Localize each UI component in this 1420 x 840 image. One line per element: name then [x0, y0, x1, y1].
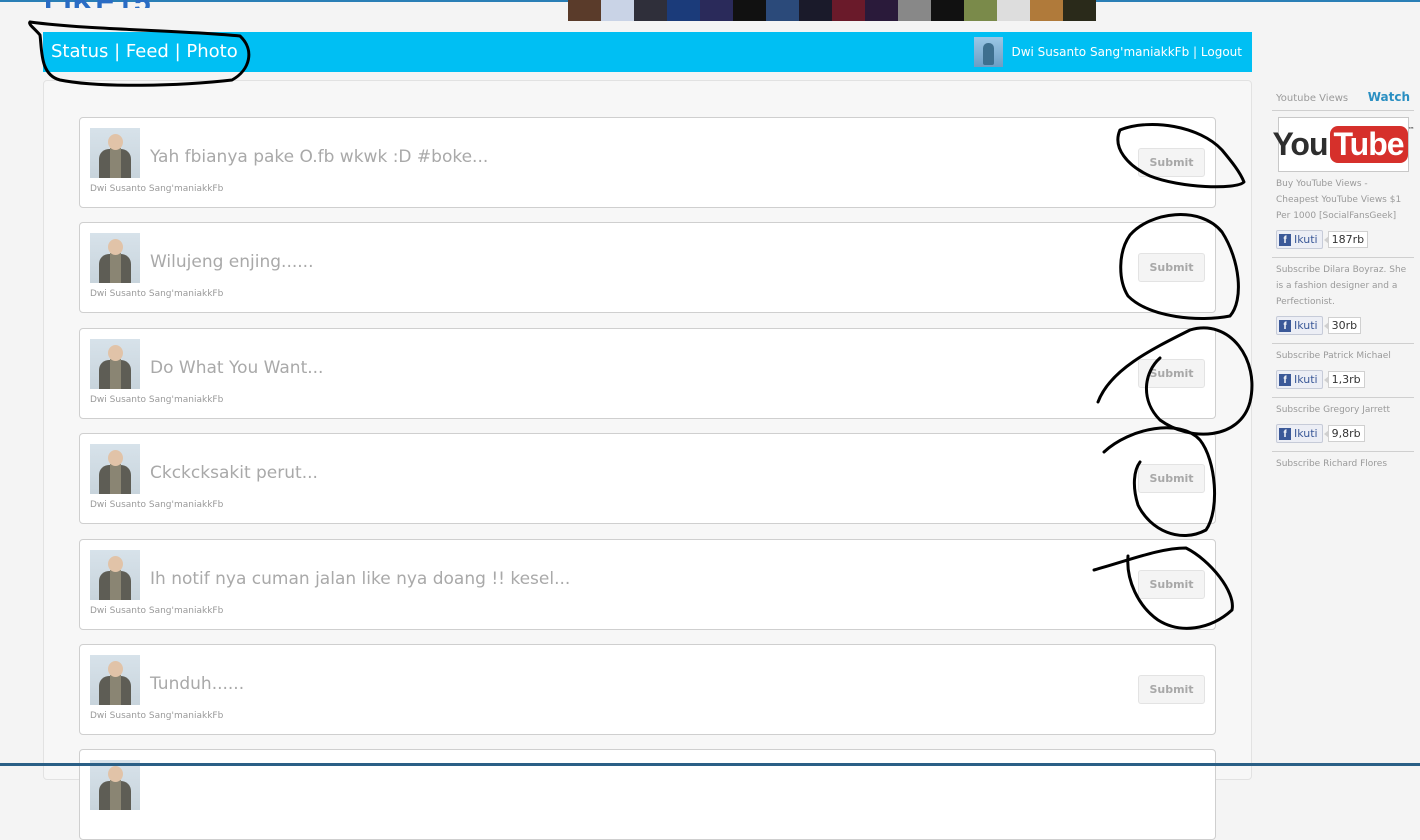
submit-button[interactable]: Submit: [1138, 148, 1205, 177]
submit-button[interactable]: Submit: [1138, 359, 1205, 388]
youtube-logo-tube: Tube: [1329, 126, 1408, 163]
author-avatar[interactable]: [90, 550, 140, 600]
status-author[interactable]: Dwi Susanto Sang'maniakkFb: [90, 711, 223, 721]
nav-feed[interactable]: Feed: [126, 41, 169, 62]
subscribe-text[interactable]: Subscribe Dilara Boyraz. She is a fashio…: [1272, 258, 1414, 310]
status-author[interactable]: Dwi Susanto Sang'maniakkFb: [90, 184, 223, 194]
friend-thumbnail-strip: [568, 0, 1096, 21]
watch-link[interactable]: Watch: [1368, 90, 1410, 104]
status-card: Ih notif nya cuman jalan like nya doang …: [79, 539, 1216, 630]
status-text: Ckckcksakit perut...: [150, 463, 318, 483]
author-avatar[interactable]: [90, 233, 140, 283]
status-text: Wilujeng enjing......: [150, 252, 314, 272]
facebook-follow-row: f Ikuti 187rb: [1272, 224, 1414, 255]
site-logo[interactable]: LIKE15: [44, 0, 152, 8]
user-avatar[interactable]: [974, 37, 1004, 67]
facebook-follow-row: f Ikuti 9,8rb: [1272, 418, 1414, 449]
friend-thumbnail[interactable]: [1063, 0, 1096, 21]
submit-button[interactable]: Submit: [1138, 570, 1205, 599]
user-name-link[interactable]: Dwi Susanto Sang'maniakkFb: [1011, 45, 1189, 59]
status-card: Yah fbianya pake O.fb wkwk :D #boke... Dw…: [79, 117, 1216, 208]
facebook-follow-button[interactable]: f Ikuti: [1276, 230, 1323, 249]
submit-button[interactable]: Submit: [1138, 464, 1205, 493]
facebook-follow-button[interactable]: f Ikuti: [1276, 370, 1323, 389]
follower-count: 30rb: [1323, 317, 1362, 334]
friend-thumbnail[interactable]: [964, 0, 997, 21]
logout-link[interactable]: Logout: [1201, 45, 1242, 59]
author-avatar[interactable]: [90, 444, 140, 494]
nav-separator: |: [174, 41, 181, 62]
nav-status[interactable]: Status: [51, 41, 108, 62]
friend-thumbnail[interactable]: [733, 0, 766, 21]
friend-thumbnail[interactable]: [568, 0, 601, 21]
nav-separator: |: [1193, 45, 1198, 59]
author-avatar[interactable]: [90, 128, 140, 178]
follow-label: Ikuti: [1294, 233, 1318, 246]
top-navigation-bar: Status | Feed | Photo Dwi Susanto Sang'm…: [43, 32, 1252, 72]
sidebar-header: Youtube Views Watch: [1272, 88, 1414, 111]
friend-thumbnail[interactable]: [601, 0, 634, 21]
facebook-icon: f: [1279, 427, 1291, 440]
facebook-icon: f: [1279, 373, 1291, 386]
youtube-logo-tm: ™: [1407, 126, 1415, 134]
status-text: Do What You Want...: [150, 358, 324, 378]
friend-thumbnail[interactable]: [898, 0, 931, 21]
submit-button[interactable]: Submit: [1138, 253, 1205, 282]
facebook-icon: f: [1279, 319, 1291, 332]
sidebar: Youtube Views Watch You Tube ™ Buy YouTu…: [1272, 88, 1415, 472]
status-author[interactable]: Dwi Susanto Sang'maniakkFb: [90, 289, 223, 299]
friend-thumbnail[interactable]: [634, 0, 667, 21]
status-text: Tunduh......: [150, 674, 245, 694]
youtube-ad-text[interactable]: Buy YouTube Views - Cheapest YouTube Vie…: [1272, 172, 1414, 224]
youtube-logo-you: You: [1272, 126, 1328, 162]
facebook-follow-row: f Ikuti 30rb: [1272, 310, 1414, 341]
author-avatar[interactable]: [90, 760, 140, 810]
status-card: Wilujeng enjing...... Dwi Susanto Sang'ma…: [79, 222, 1216, 313]
facebook-icon: f: [1279, 233, 1291, 246]
friend-thumbnail[interactable]: [1030, 0, 1063, 21]
subscribe-text[interactable]: Subscribe Gregory Jarrett: [1272, 398, 1414, 418]
friend-thumbnail[interactable]: [931, 0, 964, 21]
status-card: Do What You Want... Dwi Susanto Sang'mani…: [79, 328, 1216, 419]
status-text: Ih notif nya cuman jalan like nya doang …: [150, 569, 571, 589]
follow-label: Ikuti: [1294, 373, 1318, 386]
friend-thumbnail[interactable]: [832, 0, 865, 21]
subscribe-text[interactable]: Subscribe Richard Flores: [1272, 452, 1414, 472]
friend-thumbnail[interactable]: [766, 0, 799, 21]
author-avatar[interactable]: [90, 339, 140, 389]
friend-thumbnail[interactable]: [997, 0, 1030, 21]
nav-separator: |: [114, 41, 121, 62]
author-avatar[interactable]: [90, 655, 140, 705]
status-author[interactable]: Dwi Susanto Sang'maniakkFb: [90, 606, 223, 616]
follow-label: Ikuti: [1294, 427, 1318, 440]
nav-photo[interactable]: Photo: [186, 41, 237, 62]
follower-count: 187rb: [1323, 231, 1369, 248]
sidebar-title: Youtube Views: [1276, 93, 1349, 104]
status-card: Ckckcksakit perut... Dwi Susanto Sang'man…: [79, 433, 1216, 524]
friend-thumbnail[interactable]: [865, 0, 898, 21]
friend-thumbnail[interactable]: [700, 0, 733, 21]
facebook-follow-button[interactable]: f Ikuti: [1276, 424, 1323, 443]
facebook-follow-row: f Ikuti 1,3rb: [1272, 364, 1414, 395]
follower-count: 1,3rb: [1323, 371, 1365, 388]
status-card: Tunduh...... Dwi Susanto Sang'maniakkFb Su…: [79, 644, 1216, 735]
friend-thumbnail[interactable]: [667, 0, 700, 21]
subscribe-text[interactable]: Subscribe Patrick Michael: [1272, 344, 1414, 364]
user-box: Dwi Susanto Sang'maniakkFb | Logout: [974, 37, 1242, 67]
follower-count: 9,8rb: [1323, 425, 1365, 442]
status-text: Yah fbianya pake O.fb wkwk :D #boke...: [150, 147, 489, 167]
status-author[interactable]: Dwi Susanto Sang'maniakkFb: [90, 395, 223, 405]
facebook-follow-button[interactable]: f Ikuti: [1276, 316, 1323, 335]
friend-thumbnail[interactable]: [799, 0, 832, 21]
status-author[interactable]: Dwi Susanto Sang'maniakkFb: [90, 500, 223, 510]
main-nav: Status | Feed | Photo: [51, 41, 238, 62]
youtube-logo[interactable]: You Tube ™: [1272, 117, 1415, 172]
follow-label: Ikuti: [1294, 319, 1318, 332]
submit-button[interactable]: Submit: [1138, 675, 1205, 704]
